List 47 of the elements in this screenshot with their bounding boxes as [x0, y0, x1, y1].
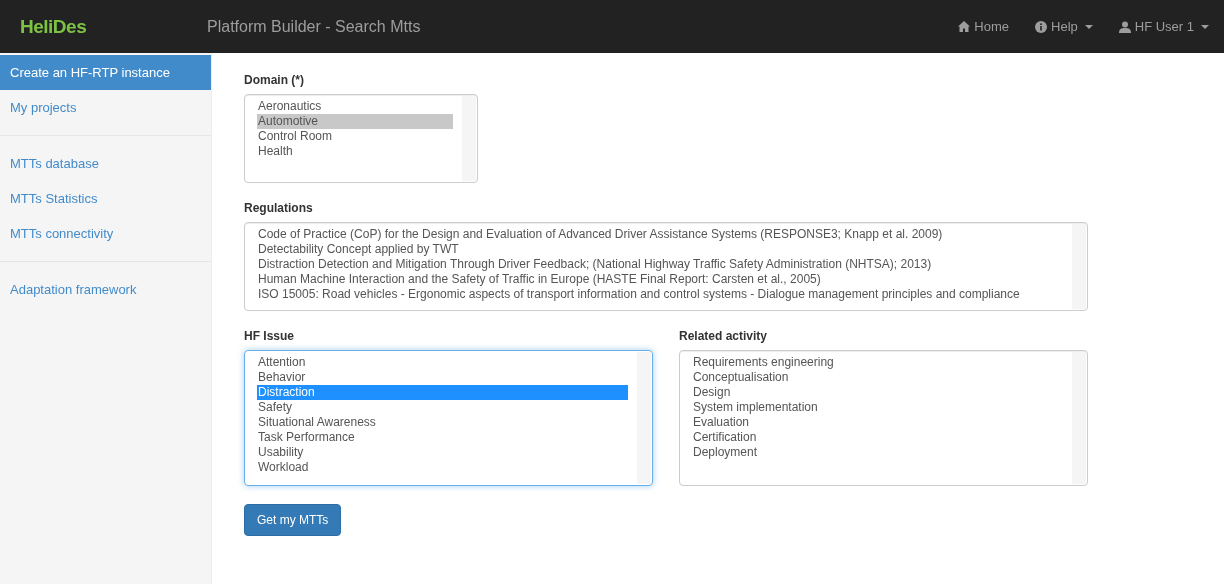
list-option[interactable]: Workload — [257, 460, 628, 475]
list-option[interactable]: Design — [692, 385, 1063, 400]
list-option[interactable]: Evaluation — [692, 415, 1063, 430]
home-icon — [958, 21, 971, 32]
list-option[interactable]: System implementation — [692, 400, 1063, 415]
caret-icon — [1201, 24, 1209, 29]
brand-logo[interactable]: HeliDes — [20, 15, 207, 38]
list-option[interactable]: Control Room — [257, 129, 453, 144]
submit-button[interactable]: Get my MTTs — [244, 504, 342, 536]
nav-link[interactable]: Home — [958, 19, 1009, 34]
list-option[interactable]: Behavior — [257, 370, 628, 385]
list-box[interactable] — [244, 222, 1088, 311]
nav-link[interactable]: Help — [1035, 19, 1093, 34]
list-option[interactable]: Task Performance — [257, 430, 628, 445]
field-label: Related activity — [679, 329, 769, 343]
list-option[interactable]: Detectability Concept applied by TWT — [257, 242, 1063, 257]
page-title: Platform Builder - Search Mtts — [207, 17, 422, 36]
list-option[interactable]: Safety — [257, 400, 628, 415]
field-label: Regulations — [244, 201, 314, 215]
scrollbar[interactable] — [462, 96, 476, 181]
user-icon — [1118, 20, 1131, 33]
scrollbar[interactable] — [1072, 224, 1086, 309]
list-option[interactable]: Requirements engineering — [692, 355, 1063, 370]
list-option[interactable]: Code of Practice (CoP) for the Design and Evaluation of Advanced Driver Assistance Systems (RESPONSE3; Knapp et al. 2009) — [257, 227, 1063, 242]
caret-icon — [1084, 24, 1093, 29]
list-box[interactable]: Attention Behavior Distraction Safety Situational Awareness Task Performance Usability Workload — [244, 350, 653, 486]
list-option[interactable]: Attention — [257, 355, 628, 370]
list-option[interactable]: Health — [257, 144, 453, 159]
list-option[interactable]: Certification — [692, 430, 1063, 445]
list-option[interactable]: Automotive — [257, 114, 453, 129]
scrollbar[interactable] — [1072, 352, 1086, 484]
list-option[interactable]: Aeronautics — [257, 99, 453, 114]
scrollbar[interactable] — [637, 352, 651, 484]
list-option[interactable]: Conceptualisation — [692, 370, 1063, 385]
list-option[interactable]: Deployment — [692, 445, 1063, 460]
field-label: HF Issue — [244, 329, 295, 343]
list-box[interactable]: Requirements engineering Conceptualisation Design System implementation Evaluation Certification Deployment — [679, 350, 1088, 486]
list-option[interactable]: Usability — [257, 445, 628, 460]
list-option[interactable]: Distraction Detection and Mitigation Through Driver Feedback; (National Highway Traffic Safety Administration (NHTSA); 2013) — [257, 257, 1063, 272]
field-label: Domain (*) — [244, 73, 305, 87]
list-option[interactable]: Situational Awareness — [257, 415, 628, 430]
list-option[interactable]: Human Machine Interaction and the Safety of Traffic in Europe (HASTE Final Report: Carsten et al., 2005) — [257, 272, 1063, 287]
list-box[interactable]: Aeronautics Automotive Control Room Health — [244, 94, 478, 183]
sidebar-item[interactable]: Create an HF-RTP instance — [0, 55, 211, 90]
list-option[interactable]: ISO 15005: Road vehicles - Ergonomic aspects of transport information and control systems - Dialogue management principles and compliance — [257, 287, 1063, 302]
info-icon — [1035, 20, 1047, 33]
nav-link[interactable]: HF User 1 — [1118, 19, 1209, 34]
